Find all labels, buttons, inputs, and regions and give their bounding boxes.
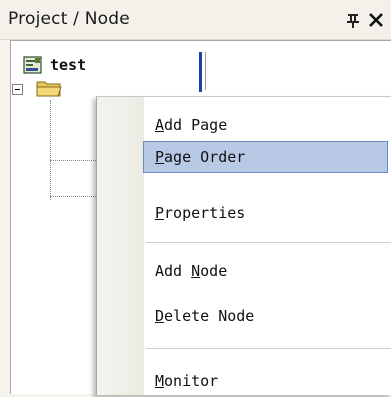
tree-guide-line xyxy=(50,160,96,161)
panel-title: Project / Node xyxy=(8,9,130,29)
menu-item-label: Delete Node xyxy=(155,307,255,325)
project-icon xyxy=(23,56,42,74)
menu-item-label: Page Order xyxy=(155,148,246,166)
menu-item-delete-node[interactable]: Delete Node xyxy=(97,300,391,332)
menu-item-label: Monitor xyxy=(155,372,219,390)
panel-header: Project / Node xyxy=(0,0,391,40)
menu-item-monitor[interactable]: Monitor xyxy=(97,365,391,397)
menu-item-label: Add Page xyxy=(155,116,228,134)
tree-item-label: test xyxy=(50,56,87,74)
folder-icon xyxy=(36,81,62,97)
close-icon[interactable] xyxy=(367,11,385,29)
menu-item-add-page[interactable]: Add Page xyxy=(97,109,391,141)
rename-edit-box[interactable] xyxy=(205,52,391,90)
menu-separator xyxy=(146,242,391,243)
menu-item-page-order[interactable]: Page Order xyxy=(97,141,391,173)
tree-guide-line xyxy=(50,100,51,200)
pin-icon[interactable] xyxy=(344,11,362,29)
menu-item-properties[interactable]: Properties xyxy=(97,197,391,229)
menu-item-label: Add Node xyxy=(155,262,228,280)
menu-item-label: Properties xyxy=(155,204,246,222)
tree-guide-line xyxy=(50,196,96,197)
tree-expander[interactable] xyxy=(12,84,23,95)
text-caret xyxy=(199,52,202,92)
context-menu: Add Page Page Order Properties Add Node … xyxy=(96,96,391,395)
menu-separator xyxy=(146,348,391,349)
menu-item-add-node[interactable]: Add Node xyxy=(97,255,391,287)
